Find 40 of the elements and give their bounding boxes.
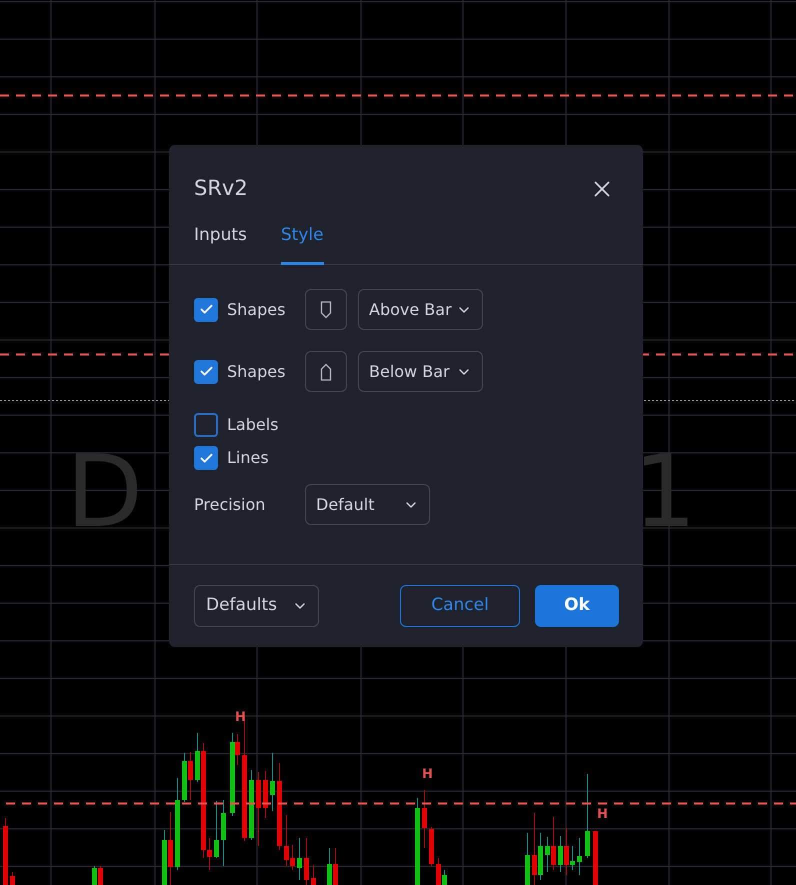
checkbox[interactable] xyxy=(194,298,218,322)
shape-picker[interactable] xyxy=(305,289,347,330)
candle xyxy=(263,770,268,818)
shape-picker[interactable] xyxy=(305,351,347,392)
chart-marker-label: H xyxy=(235,711,246,724)
candle xyxy=(214,800,219,858)
dropdown[interactable]: Below Bar xyxy=(358,351,483,392)
candle xyxy=(422,790,427,848)
candle xyxy=(221,800,226,866)
chart-marker-label: H xyxy=(597,808,608,821)
option-label: Shapes xyxy=(227,360,286,382)
candle xyxy=(577,838,582,876)
checkbox[interactable] xyxy=(194,360,218,384)
candle xyxy=(249,770,254,840)
candle xyxy=(311,864,316,885)
option-label: Labels xyxy=(227,414,278,436)
cancel-button[interactable]: Cancel xyxy=(400,585,520,627)
ok-button[interactable]: Ok xyxy=(535,585,619,627)
dropdown[interactable]: Default xyxy=(305,484,430,525)
candle xyxy=(3,818,8,885)
dropdown[interactable]: Above Bar xyxy=(358,289,483,330)
pentagon-down-icon xyxy=(320,300,332,318)
candle xyxy=(297,838,302,880)
tab[interactable]: Style xyxy=(280,222,324,265)
checkbox[interactable] xyxy=(194,446,218,470)
defaults-dropdown[interactable]: Defaults xyxy=(194,585,319,627)
pentagon-up-icon xyxy=(320,362,332,380)
candle xyxy=(593,830,598,885)
candle xyxy=(429,826,434,866)
tab[interactable]: Inputs xyxy=(194,222,247,265)
dialog-title: SRv2 xyxy=(194,175,248,202)
option-label: Shapes xyxy=(227,298,286,320)
candle xyxy=(525,832,530,885)
candle xyxy=(304,838,309,885)
chart-marker-label: H xyxy=(422,768,433,781)
checkbox[interactable] xyxy=(194,413,218,437)
candle xyxy=(270,752,275,812)
option-label: Precision xyxy=(194,494,266,516)
option-label: Lines xyxy=(227,447,269,469)
candle xyxy=(10,872,15,885)
